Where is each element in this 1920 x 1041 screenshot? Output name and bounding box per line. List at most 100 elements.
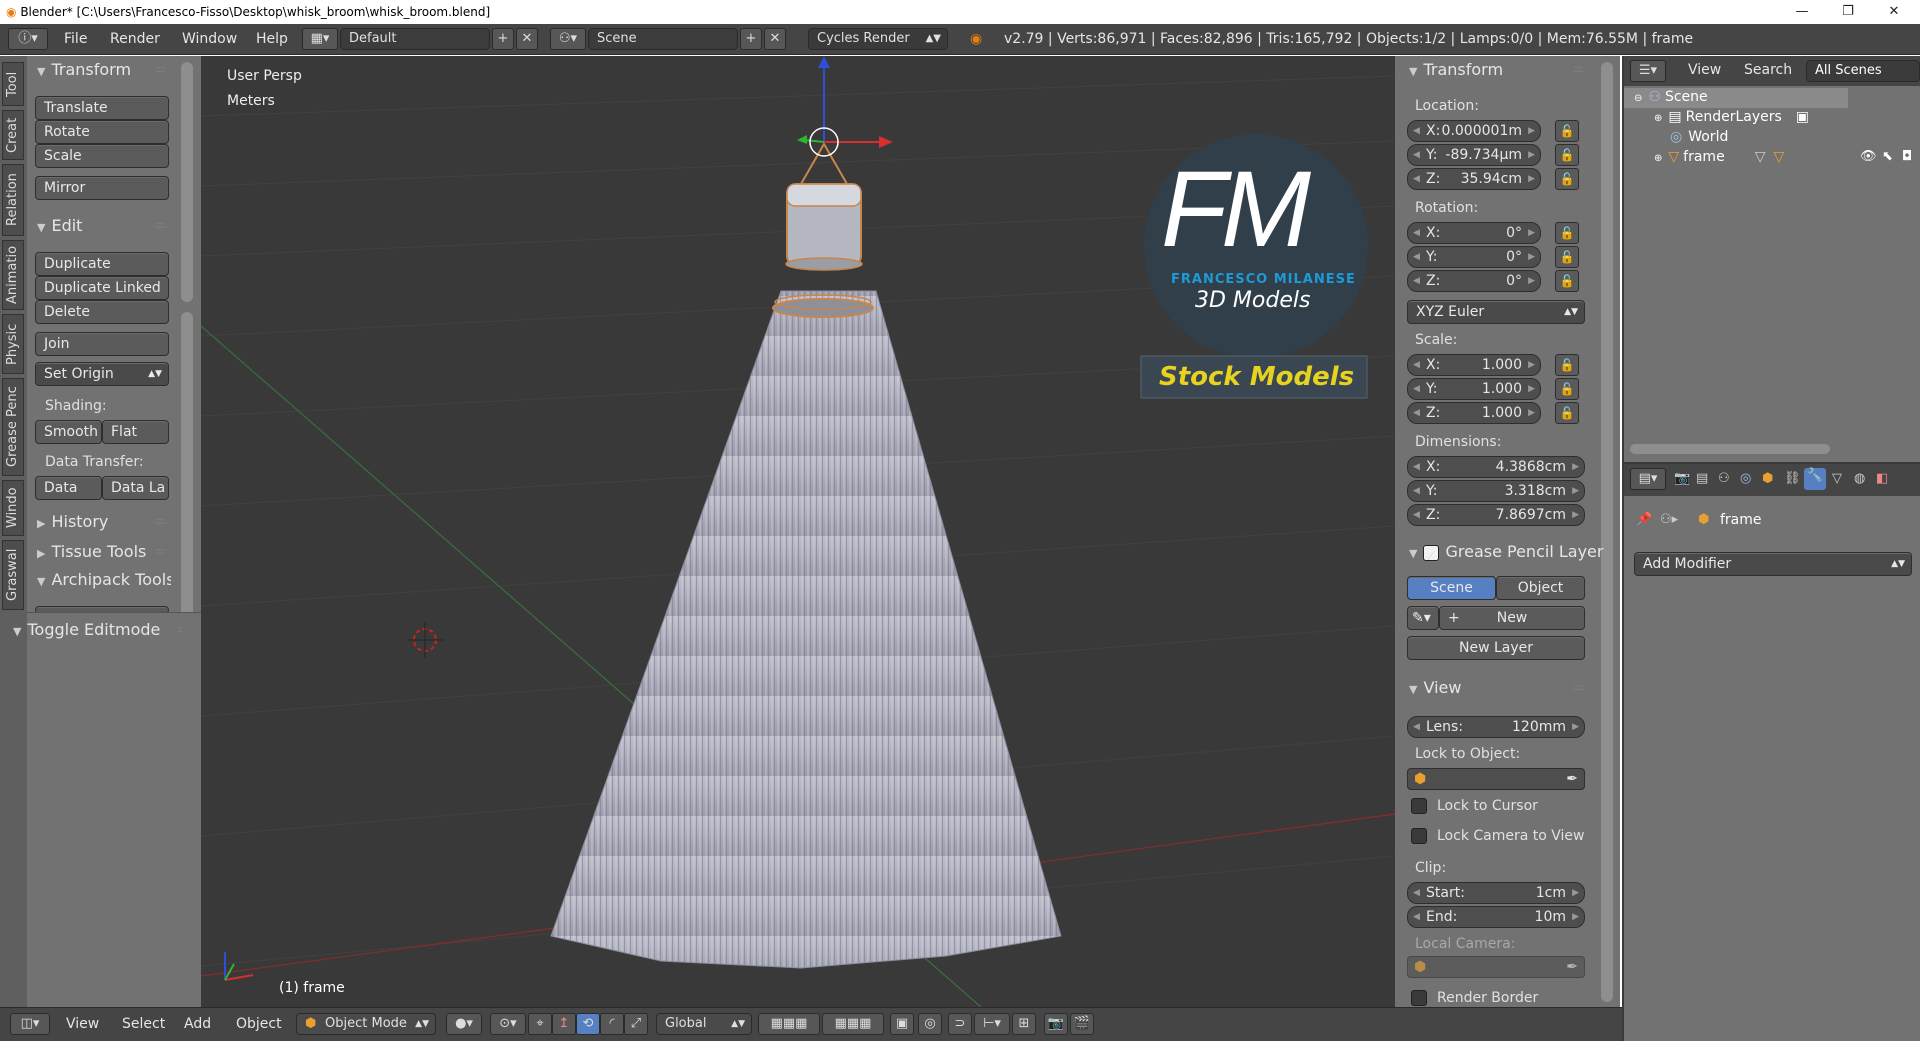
toolshelf-scrollbar[interactable] [181, 62, 193, 302]
eyedropper-icon[interactable]: ✒ [1566, 957, 1578, 977]
toggle-editmode-header[interactable]: ▼ Toggle Editmode [13, 620, 160, 639]
scene-row[interactable]: ⊖ ⚇ Scene [1634, 89, 1708, 105]
renderable-camera-icon[interactable]: ◘ [1902, 149, 1912, 164]
location-z-field[interactable]: ◀ Z: 35.94cm ▶ [1407, 168, 1541, 190]
expand-icon[interactable]: ⊕ [1654, 153, 1662, 164]
add-layout-icon[interactable]: + [492, 28, 514, 50]
render-tab-icon[interactable]: 📷 [1674, 471, 1690, 486]
tab-tool[interactable]: Tool [2, 62, 24, 106]
panel-grip-icon[interactable]: :::: [155, 64, 166, 75]
rotate-button[interactable]: Rotate [35, 120, 169, 144]
lock-icon[interactable]: 🔓 [1555, 144, 1579, 166]
add-modifier-select[interactable]: Add Modifier ▲▼ [1634, 552, 1912, 576]
tab-graswal[interactable]: Graswal [2, 540, 24, 610]
modifiers-tab-icon[interactable]: 🔧 [1804, 468, 1826, 490]
eyedropper-icon[interactable]: ✒ [1566, 769, 1578, 789]
transform-panel-header[interactable]: ▼ Transform [1409, 60, 1503, 79]
selectable-cursor-icon[interactable]: ⬉ [1882, 149, 1893, 164]
panel-grip-icon[interactable]: :::: [1573, 64, 1584, 75]
local-camera-field[interactable]: ⬢ ✒ [1407, 956, 1585, 978]
scale-manipulator-icon[interactable]: ◜ [600, 1013, 624, 1035]
panel-grip-icon[interactable]: :::: [155, 516, 166, 527]
manipulator-toggle-icon[interactable]: ⌖ [528, 1013, 552, 1035]
viewport-menu-select[interactable]: Select [122, 1016, 165, 1032]
transform-orientation-icon[interactable]: ⤢ [624, 1013, 648, 1035]
new-layer-button[interactable]: New Layer [1407, 636, 1585, 660]
panel-grip-icon[interactable]: :: [177, 624, 183, 635]
viewport-menu-add[interactable]: Add [184, 1016, 211, 1032]
outliner-menu-search[interactable]: Search [1744, 62, 1792, 78]
panel-grip-icon[interactable]: :::: [1573, 682, 1584, 693]
view-panel-header[interactable]: ▼ View [1409, 678, 1461, 697]
snap-element-icon[interactable]: ⊢▾ [974, 1013, 1010, 1035]
grease-pencil-checkbox[interactable]: ✓ [1423, 544, 1440, 565]
rotation-mode-select[interactable]: XYZ Euler ▲▼ [1407, 300, 1585, 324]
texture-tab-icon[interactable]: ◧ [1876, 471, 1888, 486]
render-border-checkbox[interactable] [1411, 990, 1427, 1006]
scale-z-field[interactable]: ◀ Z: 1.000 ▶ [1407, 402, 1541, 424]
grease-pencil-panel-header[interactable]: ▼ ✓ Grease Pencil Layer [1409, 542, 1603, 565]
minimize-icon[interactable]: — [1780, 0, 1824, 24]
lock-icon[interactable]: 🔓 [1555, 246, 1579, 268]
opengl-animation-icon[interactable]: 🎬 [1070, 1013, 1094, 1035]
location-x-field[interactable]: ◀ X: 0.000001m ▶ [1407, 120, 1541, 142]
world-row[interactable]: ◎ World [1670, 129, 1728, 145]
outliner-menu-view[interactable]: View [1688, 62, 1721, 78]
frame-row[interactable]: ⊕ ▽ frame ▽ ▽ [1654, 149, 1784, 165]
lock-object-field[interactable]: ⬢ ✒ [1407, 768, 1585, 790]
dimensions-z-field[interactable]: ◀ Z: 7.8697cm ▶ [1407, 504, 1585, 526]
outliner-scrollbar[interactable] [1630, 444, 1830, 454]
panel-grip-icon[interactable]: :::: [155, 546, 166, 557]
lens-field[interactable]: ◀ Lens: 120mm ▶ [1407, 716, 1585, 738]
layers-grid-a-icon[interactable]: ▦▦▦ [758, 1013, 820, 1035]
mirror-button[interactable]: Mirror [35, 176, 169, 200]
lock-icon[interactable]: 🔓 [1555, 270, 1579, 292]
viewport-menu-object[interactable]: Object [236, 1016, 282, 1032]
expand-icon[interactable]: ⊕ [1654, 113, 1662, 124]
opengl-render-icon[interactable]: 📷 [1044, 1013, 1068, 1035]
properties-editor-type-icon[interactable]: ▤▾ [1630, 468, 1666, 490]
translate-button[interactable]: Translate [35, 96, 169, 120]
menu-window[interactable]: Window [182, 24, 237, 55]
tab-window[interactable]: Windo [2, 480, 24, 536]
set-origin-select[interactable]: Set Origin ▲▼ [35, 362, 169, 386]
info-editor-type-icon[interactable]: ⓘ▾ [8, 28, 48, 50]
lock-icon[interactable]: 🔓 [1555, 120, 1579, 142]
object-tab-icon[interactable]: ⬢ [1762, 471, 1773, 486]
edit-panel-header[interactable]: ▼ Edit [37, 216, 82, 235]
transform-panel-header[interactable]: ▼ Transform [37, 60, 131, 79]
rotate-manipulator-icon[interactable]: ⟲ [576, 1013, 600, 1035]
delete-button[interactable]: Delete [35, 300, 169, 324]
join-button[interactable]: Join [35, 332, 169, 356]
layout-field[interactable]: Default [340, 28, 490, 50]
rotation-x-field[interactable]: ◀ X: 0° ▶ [1407, 222, 1541, 244]
dimensions-x-field[interactable]: ◀ X: 4.3868cm ▶ [1407, 456, 1585, 478]
3d-viewport[interactable]: User Persp Meters (1) frame FM FRANCESCO… [201, 56, 1395, 1007]
tissue-tools-panel-header[interactable]: ▶ Tissue Tools [37, 542, 146, 561]
data-button[interactable]: Data [35, 476, 102, 500]
snap-toggle-icon[interactable]: ⊃ [948, 1013, 972, 1035]
clip-start-field[interactable]: ◀ Start: 1cm ▶ [1407, 882, 1585, 904]
viewport-editor-type-icon[interactable]: ◫▾ [10, 1013, 50, 1035]
menu-help[interactable]: Help [256, 24, 288, 55]
lock-icon[interactable]: 🔓 [1555, 378, 1579, 400]
dimensions-y-field[interactable]: ◀ Y: 3.318cm ▶ [1407, 480, 1585, 502]
grease-brush-icon[interactable]: ✎▾ [1407, 606, 1439, 630]
snap-target-icon[interactable]: ⊞ [1012, 1013, 1036, 1035]
menu-file[interactable]: File [64, 24, 87, 55]
scale-x-field[interactable]: ◀ X: 1.000 ▶ [1407, 354, 1541, 376]
close-icon[interactable]: ✕ [1872, 0, 1916, 24]
data-tab-icon[interactable]: ▽ [1832, 471, 1842, 486]
tab-grease-pencil[interactable]: Grease Penc [2, 378, 24, 476]
scene-field[interactable]: Scene [588, 28, 738, 50]
data-layout-button[interactable]: Data La [102, 476, 169, 500]
grease-object-button[interactable]: Object [1496, 576, 1585, 600]
scene-tab-icon[interactable]: ⚇ [1718, 471, 1730, 486]
smooth-button[interactable]: Smooth [35, 420, 102, 444]
rotation-z-field[interactable]: ◀ Z: 0° ▶ [1407, 270, 1541, 292]
panel-grip-icon[interactable]: :::: [155, 220, 166, 231]
archipack-panel-header[interactable]: ▼ Archipack Tools [37, 570, 171, 589]
scale-y-field[interactable]: ◀ Y: 1.000 ▶ [1407, 378, 1541, 400]
constraints-tab-icon[interactable]: ⛓ [1784, 471, 1801, 486]
lock-icon[interactable]: 🔓 [1555, 168, 1579, 190]
